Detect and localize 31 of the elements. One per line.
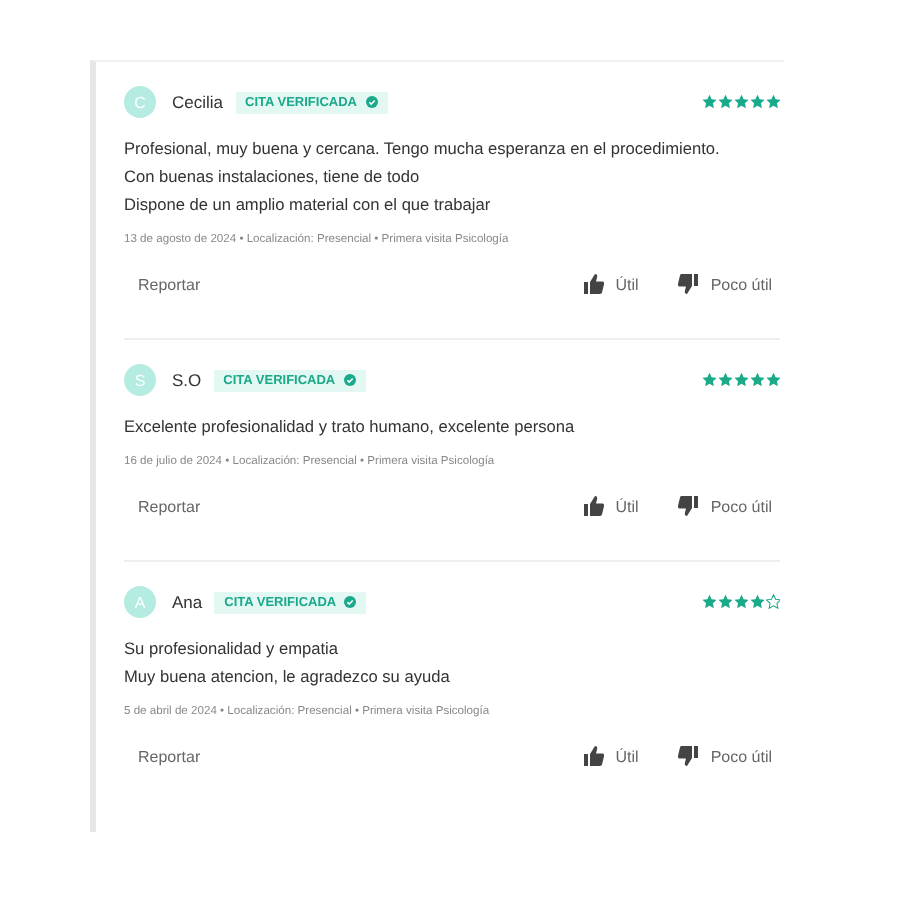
thumbs-down-icon: [678, 746, 699, 766]
avatar: C: [124, 86, 156, 118]
review-text: Profesional, muy buena y cercana. Tengo mucha esperanza en el procedimiento.: [124, 138, 722, 160]
report-link[interactable]: Reportar: [138, 747, 201, 765]
review-text: Su profesionalidad y empatia: [124, 638, 341, 660]
review-text: Excelente profesionalidad y trato humano, excelente persona: [124, 416, 577, 438]
review-text: Muy buena atencion, le agradezco su ayuda: [124, 666, 452, 688]
check-icon: [365, 96, 377, 108]
useful-button[interactable]: Útil: [583, 496, 639, 516]
report-link[interactable]: Reportar: [138, 275, 201, 293]
check-icon: [344, 596, 357, 608]
reviewer-name: Cecilia: [172, 92, 224, 112]
not-useful-button[interactable]: Poco útil: [678, 496, 772, 516]
not-useful-button[interactable]: Poco útil: [678, 274, 772, 294]
check-icon: [343, 374, 356, 386]
useful-button[interactable]: Útil: [583, 746, 639, 766]
star-outline-icon: [765, 594, 780, 610]
review-text: Dispone de un amplio material con el que trabajar: [124, 194, 493, 216]
avatar: A: [124, 586, 156, 618]
reviewer-name: Ana: [172, 592, 203, 612]
not-useful-button[interactable]: Poco útil: [678, 746, 772, 766]
report-link[interactable]: Reportar: [138, 497, 201, 515]
thumbs-up-icon: [583, 746, 604, 766]
thumbs-down-icon: [678, 274, 699, 294]
review-text: Con buenas instalaciones, tiene de todo: [124, 166, 422, 188]
thumbs-up-icon: [583, 274, 604, 294]
reviewer-name: S.O: [172, 370, 202, 390]
thumbs-up-icon: [583, 496, 604, 516]
thumbs-down-icon: [678, 496, 699, 516]
useful-button[interactable]: Útil: [583, 274, 639, 294]
avatar: S: [124, 364, 156, 396]
